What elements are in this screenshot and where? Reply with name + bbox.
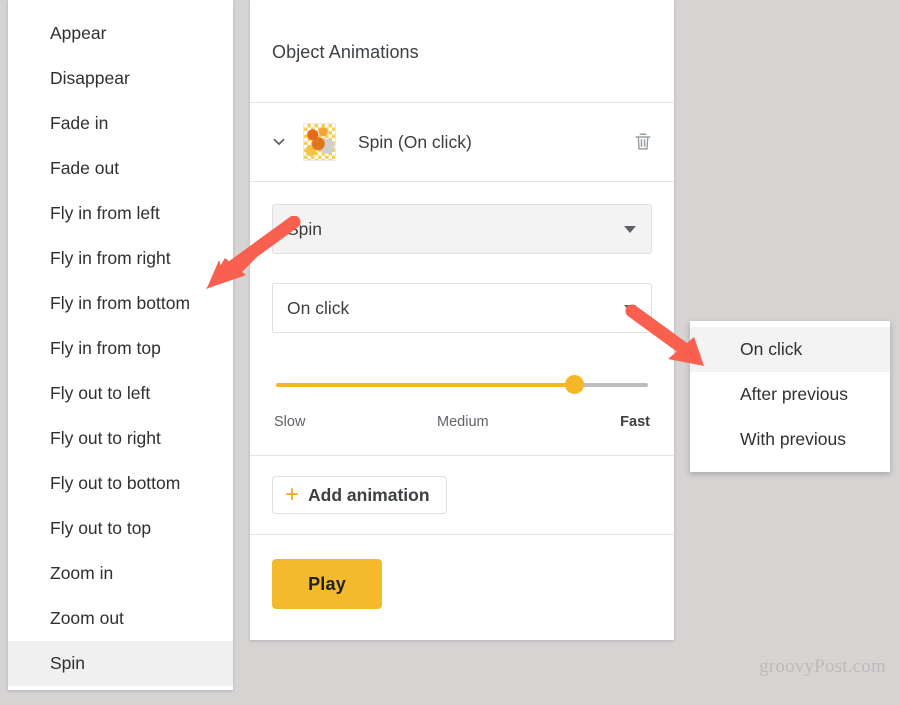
play-section: Play [250,535,674,633]
animation-type-item[interactable]: Zoom out [8,596,233,641]
speed-slider[interactable] [276,375,648,394]
add-animation-label: Add animation [308,484,430,505]
chevron-down-icon[interactable] [266,129,292,155]
chevron-down-icon [624,226,636,233]
animation-type-item[interactable]: Fly in from top [8,326,233,371]
animation-type-item[interactable]: Fly in from right [8,236,233,281]
trigger-menu-item[interactable]: On click [690,327,890,372]
animation-type-item[interactable]: Disappear [8,56,233,101]
animation-list-item[interactable]: Spin (On click) [250,103,674,181]
speed-label-slow: Slow [274,414,306,430]
chevron-down-icon [624,305,636,312]
speed-slider-fill [276,383,574,387]
animation-type-item[interactable]: Appear [8,11,233,56]
trash-icon[interactable] [630,129,656,155]
animation-type-item[interactable]: Zoom in [8,551,233,596]
animation-type-item[interactable]: Fly in from bottom [8,281,233,326]
slide-object-thumbnail [303,123,336,161]
animation-controls: Spin On click Slow Medium Fast [250,204,674,430]
animation-type-item[interactable]: Fly out to right [8,416,233,461]
animation-type-item[interactable]: Fly in from left [8,191,233,236]
animation-type-item[interactable]: Fly out to bottom [8,461,233,506]
animation-type-select[interactable]: Spin [272,204,652,254]
speed-slider-labels: Slow Medium Fast [274,414,650,430]
plus-icon: + [285,481,300,508]
animation-type-item[interactable]: Fade in [8,101,233,146]
animation-list-item-label: Spin (On click) [358,131,472,152]
animation-type-select-value: Spin [287,218,323,239]
speed-label-fast: Fast [620,414,650,430]
animation-trigger-select-value: On click [287,297,350,318]
object-animations-panel: Object Animations Spin (On click) Spin O… [250,0,674,640]
trigger-menu-item[interactable]: With previous [690,417,890,462]
add-animation-button[interactable]: + Add animation [272,476,447,514]
animation-type-item[interactable]: Fly out to top [8,506,233,551]
watermark: groovyPost.com [759,656,886,677]
divider [250,181,674,182]
animation-type-list[interactable]: Appear Disappear Fade in Fade out Fly in fro… [8,0,233,690]
animation-trigger-select[interactable]: On click [272,283,652,333]
play-button[interactable]: Play [272,559,382,609]
page-title: Object Animations [272,42,419,62]
trigger-dropdown-menu[interactable]: On click After previous With previous [690,321,890,472]
add-animation-section: + Add animation [250,456,674,534]
animation-type-item[interactable]: Fade out [8,146,233,191]
speed-slider-handle[interactable] [564,375,584,394]
speed-label-medium: Medium [437,414,489,430]
animation-type-item[interactable]: Fly out to left [8,371,233,416]
animation-type-item[interactable]: Spin [8,641,233,686]
trigger-menu-item[interactable]: After previous [690,372,890,417]
